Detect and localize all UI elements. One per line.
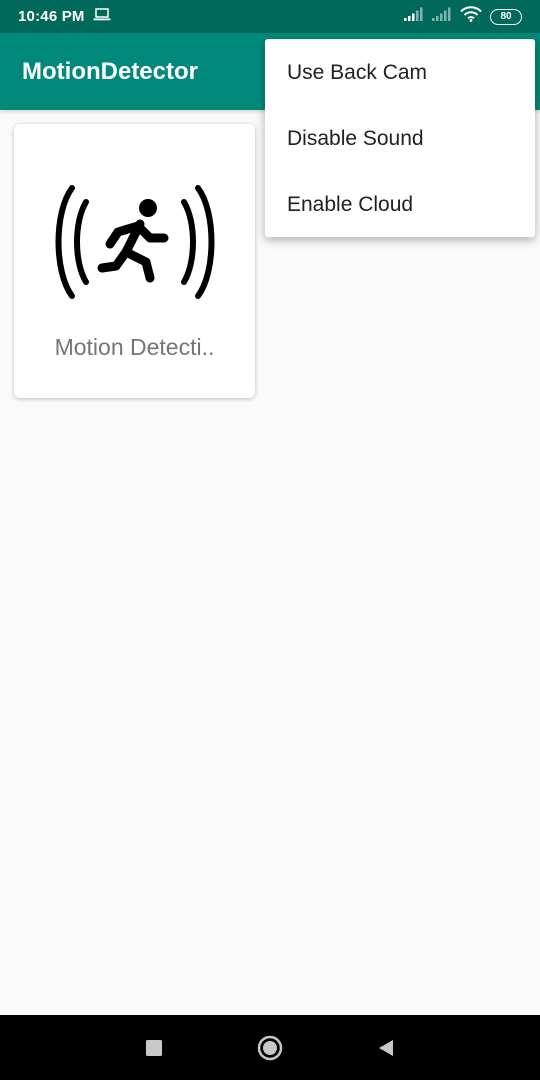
app-title: MotionDetector xyxy=(22,57,198,85)
menu-item-enable-cloud[interactable]: Enable Cloud xyxy=(265,172,535,238)
status-bar: 10:46 PM 80 xyxy=(0,0,540,33)
menu-item-disable-sound[interactable]: Disable Sound xyxy=(265,106,535,172)
battery-icon: 80 xyxy=(490,8,522,25)
motion-runner-icon xyxy=(52,182,218,302)
status-right: 80 xyxy=(404,6,522,27)
back-icon[interactable] xyxy=(370,1032,402,1064)
status-time: 10:46 PM xyxy=(18,8,85,25)
wifi-icon xyxy=(460,6,482,27)
motion-detection-card[interactable]: Motion Detecti.. xyxy=(14,124,255,398)
overflow-menu: Use Back Cam Disable Sound Enable Cloud xyxy=(265,39,535,237)
navigation-bar xyxy=(0,1015,540,1080)
signal-no-service-icon xyxy=(432,7,452,26)
home-icon[interactable] xyxy=(254,1032,286,1064)
menu-item-use-back-cam[interactable]: Use Back Cam xyxy=(265,40,535,106)
recents-icon[interactable] xyxy=(138,1032,170,1064)
signal-icon xyxy=(404,7,424,26)
laptop-icon xyxy=(93,7,111,26)
status-left: 10:46 PM xyxy=(18,7,111,26)
card-label: Motion Detecti.. xyxy=(54,334,215,360)
